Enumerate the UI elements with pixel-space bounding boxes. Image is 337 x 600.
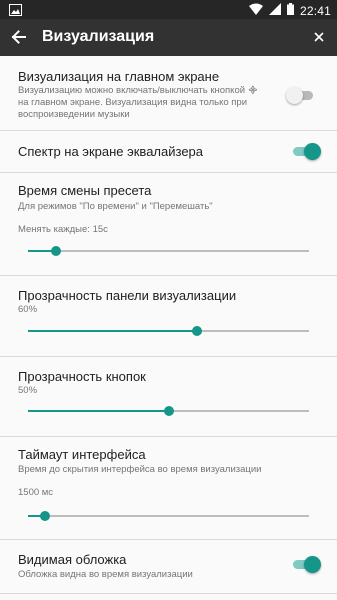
slider-thumb[interactable]	[163, 406, 174, 416]
setting-value-label: 60%	[18, 304, 38, 315]
setting-summary: Время до скрытия интерфейса во время виз…	[18, 464, 262, 475]
slider-thumb[interactable]	[191, 326, 202, 336]
setting-title: Прозрачность кнопок	[18, 369, 146, 384]
setting-summary: Обложка видна во время визуализации	[18, 569, 193, 580]
setting-home-visualization[interactable]: Визуализация на главном экране Визуализа…	[0, 56, 337, 130]
slider-rail	[28, 250, 309, 252]
visible-cover-toggle[interactable]	[293, 556, 321, 574]
setting-summary: Для режимов "По времени" и "Перемешать"	[18, 201, 213, 212]
setting-equalizer-spectrum[interactable]: Спектр на экране эквалайзера	[0, 131, 337, 172]
app-bar: Визуализация	[0, 19, 337, 56]
slider-rail	[28, 515, 309, 517]
setting-value-label: 50%	[18, 385, 38, 396]
divider	[0, 593, 337, 594]
setting-panel-transparency: Прозрачность панели визуализации 60%	[0, 276, 337, 356]
setting-title: Визуализация на главном экране	[18, 69, 220, 84]
toggle-knob	[304, 143, 321, 160]
page-title: Визуализация	[42, 28, 155, 45]
toggle-knob	[304, 556, 321, 573]
setting-preset-change-time: Время смены пресета Для режимов "По врем…	[0, 173, 337, 275]
setting-title: Видимая обложка	[18, 552, 127, 567]
toggle-knob	[286, 87, 303, 104]
setting-title: Прозрачность панели визуализации	[18, 288, 237, 303]
slider-thumb[interactable]	[51, 246, 62, 256]
equalizer-spectrum-toggle[interactable]	[293, 143, 321, 161]
arrow-back-icon[interactable]	[9, 27, 29, 47]
slider-fill	[28, 410, 169, 412]
wifi-icon	[248, 2, 263, 20]
signal-icon	[268, 2, 281, 20]
setting-title: Время смены пресета	[18, 183, 152, 198]
preset-change-time-slider[interactable]	[28, 245, 309, 257]
setting-title: Таймаут интерфейса	[18, 447, 146, 462]
interface-timeout-slider[interactable]	[28, 510, 309, 522]
setting-value-label: Менять каждые: 15с	[18, 224, 108, 235]
status-time: 22:41	[299, 4, 331, 18]
battery-icon	[286, 2, 294, 20]
setting-interface-timeout: Таймаут интерфейса Время до скрытия инте…	[0, 437, 337, 539]
setting-summary: Визуализацию можно включать/выключать кн…	[18, 85, 259, 120]
setting-visible-cover[interactable]: Видимая обложка Обложка видна во время в…	[0, 540, 337, 593]
setting-buttons-transparency: Прозрачность кнопок 50%	[0, 357, 337, 436]
slider-thumb[interactable]	[39, 511, 50, 521]
buttons-transparency-slider[interactable]	[28, 405, 309, 417]
setting-title: Спектр на экране эквалайзера	[18, 144, 204, 159]
slider-fill	[28, 330, 197, 332]
setting-value-label: 1500 мс	[18, 487, 54, 498]
close-icon[interactable]	[311, 29, 327, 45]
status-bar: 22:41	[0, 0, 337, 19]
panel-transparency-slider[interactable]	[28, 325, 309, 337]
home-visualization-toggle[interactable]	[286, 87, 317, 105]
